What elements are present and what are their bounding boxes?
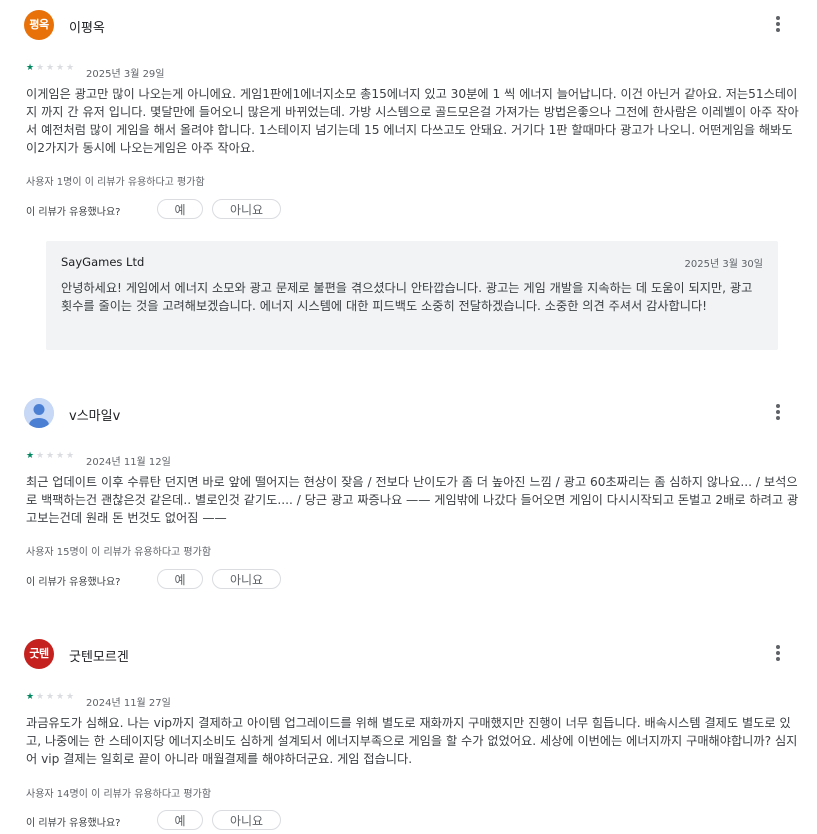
helpful-question: 이 리뷰가 유용했나요? — [26, 207, 121, 218]
more-options-button[interactable] — [770, 643, 786, 667]
star-filled-icon: ★ — [26, 63, 35, 73]
person-icon — [24, 398, 54, 428]
review-meta: ★ ★ ★ ★ ★ 2024년 11월 27일 — [26, 692, 426, 709]
review-text: 최근 업데이트 이후 수류탄 던지면 바로 앞에 떨어지는 현상이 잦음 / 전… — [26, 475, 799, 525]
star-empty-icon: ★ — [36, 63, 45, 73]
review-meta: ★ ★ ★ ★ ★ 2025년 3월 29일 — [26, 63, 426, 80]
review-date: 2024년 11월 12일 — [86, 457, 171, 468]
more-vert-icon-dot — [776, 416, 780, 420]
star-empty-icon: ★ — [56, 451, 65, 461]
review-text: 이게임은 광고만 많이 나오는게 아니에요. 게임1판에1에너지소모 총15에너… — [26, 87, 799, 155]
star-empty-icon: ★ — [66, 451, 75, 461]
reply-text: 안녕하세요! 게임에서 에너지 소모와 광고 문제로 불편을 겪으셨다니 안타깝… — [61, 281, 753, 313]
star-filled-icon: ★ — [26, 451, 35, 461]
star-empty-icon: ★ — [36, 451, 45, 461]
author-name: 이평옥 — [69, 21, 105, 36]
developer-reply: SayGames Ltd 2025년 3월 30일 안녕하세요! 게임에서 에너… — [46, 241, 778, 350]
review-header: 굿텐 굿텐모르겐 — [24, 639, 794, 671]
avatar: 평옥 — [24, 10, 54, 40]
more-vert-icon-dot — [776, 22, 780, 26]
more-vert-icon-dot — [776, 28, 780, 32]
star-empty-icon: ★ — [66, 63, 75, 73]
helpful-count: 사용자 1명이 이 리뷰가 유용하다고 평가함 — [26, 177, 205, 188]
helpful-question: 이 리뷰가 유용했나요? — [26, 577, 121, 588]
review-header: v스마일v — [24, 398, 794, 430]
reply-date: 2025년 3월 30일 — [684, 259, 764, 270]
more-vert-icon — [776, 16, 780, 20]
star-empty-icon: ★ — [46, 63, 55, 73]
more-vert-icon-dot — [776, 651, 780, 655]
review-text: 과금유도가 심해요. 나는 vip까지 결제하고 아이템 업그레이드를 위해 별… — [26, 716, 798, 766]
review-date: 2024년 11월 27일 — [86, 698, 171, 709]
author-name: 굿텐모르겐 — [69, 650, 129, 665]
helpful-no-button[interactable]: 아니요 — [212, 569, 281, 589]
star-rating: ★ ★ ★ ★ ★ — [26, 451, 76, 461]
review-header: 평옥 이평옥 — [24, 10, 794, 42]
helpful-prompt: 이 리뷰가 유용했나요? 예 아니요 — [26, 810, 426, 832]
review-date: 2025년 3월 29일 — [86, 69, 165, 80]
helpful-prompt: 이 리뷰가 유용했나요? 예 아니요 — [26, 569, 426, 591]
star-rating: ★ ★ ★ ★ ★ — [26, 63, 76, 73]
avatar: 굿텐 — [24, 639, 54, 669]
star-empty-icon: ★ — [66, 692, 75, 702]
more-vert-icon-dot — [776, 657, 780, 661]
helpful-no-button[interactable]: 아니요 — [212, 199, 281, 219]
helpful-count: 사용자 14명이 이 리뷰가 유용하다고 평가함 — [26, 789, 212, 800]
star-rating: ★ ★ ★ ★ ★ — [26, 692, 76, 702]
star-empty-icon: ★ — [56, 692, 65, 702]
more-vert-icon — [776, 404, 780, 408]
more-options-button[interactable] — [770, 402, 786, 426]
author-name: v스마일v — [69, 409, 121, 424]
helpful-no-button[interactable]: 아니요 — [212, 810, 281, 830]
review-card: 평옥 이평옥 ★ ★ ★ ★ ★ 2025년 3월 29일 이게임은 광고만 많이 나오… — [0, 10, 817, 355]
star-empty-icon: ★ — [36, 692, 45, 702]
developer-name: SayGames Ltd — [61, 255, 145, 269]
avatar — [24, 398, 54, 428]
helpful-prompt: 이 리뷰가 유용했나요? 예 아니요 — [26, 199, 426, 221]
review-meta: ★ ★ ★ ★ ★ 2024년 11월 12일 — [26, 451, 426, 468]
star-filled-icon: ★ — [26, 692, 35, 702]
helpful-count: 사용자 15명이 이 리뷰가 유용하다고 평가함 — [26, 547, 212, 558]
more-vert-icon-dot — [776, 410, 780, 414]
helpful-yes-button[interactable]: 예 — [157, 569, 203, 589]
helpful-yes-button[interactable]: 예 — [157, 810, 203, 830]
star-empty-icon: ★ — [46, 451, 55, 461]
more-vert-icon — [776, 645, 780, 649]
star-empty-icon: ★ — [56, 63, 65, 73]
helpful-question: 이 리뷰가 유용했나요? — [26, 818, 121, 829]
review-card: 굿텐 굿텐모르겐 ★ ★ ★ ★ ★ 2024년 11월 27일 과금유도가 심해요. … — [0, 639, 817, 834]
helpful-yes-button[interactable]: 예 — [157, 199, 203, 219]
star-empty-icon: ★ — [46, 692, 55, 702]
more-options-button[interactable] — [770, 14, 786, 38]
review-card: v스마일v ★ ★ ★ ★ ★ 2024년 11월 12일 최근 업데이트 이후 수류탄… — [0, 398, 817, 598]
